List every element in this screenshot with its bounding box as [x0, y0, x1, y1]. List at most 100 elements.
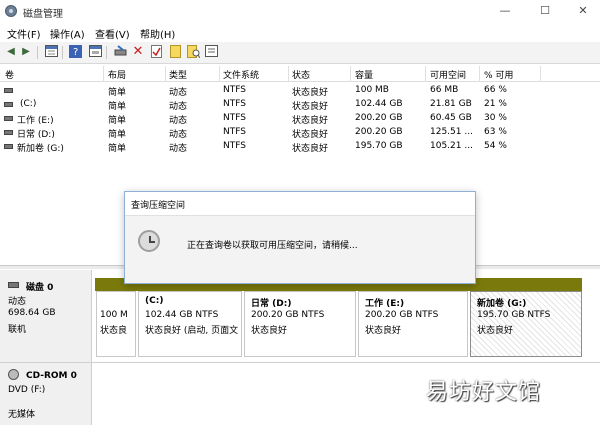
column-status[interactable]: 状态 [292, 68, 310, 81]
delete-icon[interactable]: ✕ [131, 45, 145, 59]
partition-title: 新加卷 (G:) [477, 299, 527, 309]
menu-view[interactable]: 查看(V) [95, 26, 130, 41]
volume-capacity: 102.44 GB [355, 99, 403, 109]
toolbar: ◀ ▶ ? ✕ [0, 42, 600, 64]
close-button[interactable]: ✕ [573, 3, 593, 19]
partition-title: 日常 (D:) [251, 299, 292, 309]
partition-size: 200.20 GB NTFS [365, 310, 439, 320]
cdrom-name: CD-ROM 0 [26, 371, 77, 381]
column-percent-free[interactable]: % 可用 [484, 68, 513, 81]
volume-icon [4, 116, 13, 121]
volume-free: 125.51 ... [430, 127, 473, 137]
partition-status: 状态良好 [251, 326, 288, 336]
partition-c[interactable]: (C:) 102.44 GB NTFS 状态良好 (启动, 页面文 [138, 291, 242, 357]
help-icon[interactable]: ? [68, 45, 82, 59]
partition-size: 102.44 GB NTFS [145, 310, 219, 320]
cdrom-icon [8, 369, 19, 380]
volume-icon [4, 88, 13, 93]
cdrom-media: 无媒体 [8, 410, 36, 420]
menu-action[interactable]: 操作(A) [50, 26, 85, 41]
maximize-button[interactable]: ☐ [535, 3, 555, 19]
window-title: 磁盘管理 [23, 9, 63, 20]
disk-0-label[interactable]: 磁盘 0 动态 698.64 GB 联机 [0, 270, 92, 362]
search-icon[interactable] [186, 45, 200, 59]
volume-type: 动态 [169, 144, 188, 154]
settings-icon[interactable] [204, 45, 218, 59]
volume-icon [4, 102, 13, 107]
query-shrink-dialog: 查询压缩空间 正在查询卷以获取可用压缩空间，请稍候... [124, 191, 476, 284]
volume-pct: 66 % [484, 85, 507, 95]
volume-pct: 30 % [484, 113, 507, 123]
partition-d[interactable]: 日常 (D:) 200.20 GB NTFS 状态良好 [244, 291, 356, 357]
column-filesystem[interactable]: 文件系统 [223, 68, 259, 81]
volume-row[interactable]: (C:) 简单 动态 NTFS 状态良好 102.44 GB 21.81 GB … [0, 98, 600, 112]
partition-status: 状态良好 (启动, 页面文 [145, 326, 239, 336]
volume-row[interactable]: 新加卷 (G:) 简单 动态 NTFS 状态良好 195.70 GB 105.2… [0, 140, 600, 154]
column-free-space[interactable]: 可用空间 [430, 68, 466, 81]
volume-pct: 63 % [484, 127, 507, 137]
menu-bar: 文件(F) 操作(A) 查看(V) 帮助(H) [0, 22, 600, 42]
volume-fs: NTFS [223, 127, 246, 137]
volume-status: 状态良好 [292, 88, 329, 98]
properties-icon[interactable] [88, 45, 102, 59]
volume-capacity: 200.20 GB [355, 113, 403, 123]
volume-layout: 简单 [108, 116, 127, 126]
volume-capacity: 195.70 GB [355, 141, 403, 151]
volume-type: 动态 [169, 116, 188, 126]
back-arrow-icon[interactable]: ◀ [4, 45, 18, 59]
disk-0-size: 698.64 GB [8, 308, 56, 318]
volume-pct: 54 % [484, 141, 507, 151]
watermark: 易坊好文馆 [426, 380, 542, 405]
partition-e[interactable]: 工作 (E:) 200.20 GB NTFS 状态良好 [358, 291, 468, 357]
volume-type: 动态 [169, 102, 188, 112]
partition-g[interactable]: 新加卷 (G:) 195.70 GB NTFS 状态良好 [470, 291, 582, 357]
volume-status: 状态良好 [292, 130, 329, 140]
volume-free: 66 MB [430, 85, 459, 95]
disk-icon [8, 282, 19, 288]
new-volume-icon[interactable] [168, 45, 182, 59]
partition-title: (C:) [145, 296, 164, 306]
volume-status: 状态良好 [292, 102, 329, 112]
clock-icon [138, 230, 160, 252]
volume-row[interactable]: 工作 (E:) 简单 动态 NTFS 状态良好 200.20 GB 60.45 … [0, 112, 600, 126]
volume-list-header: 卷 布局 类型 文件系统 状态 容量 可用空间 % 可用 [0, 66, 600, 82]
volume-row[interactable]: 日常 (D:) 简单 动态 NTFS 状态良好 200.20 GB 125.51… [0, 126, 600, 140]
volume-icon [4, 130, 13, 135]
volume-fs: NTFS [223, 113, 246, 123]
volume-row[interactable]: 简单 动态 NTFS 状态良好 100 MB 66 MB 66 % [0, 84, 600, 98]
cdrom-0-label[interactable]: CD-ROM 0 DVD (F:) 无媒体 [0, 363, 92, 425]
dialog-message: 正在查询卷以获取可用压缩空间，请稍候... [187, 241, 358, 251]
partition-status: 状态良好 [365, 326, 402, 336]
volume-free: 105.21 ... [430, 141, 473, 151]
column-type[interactable]: 类型 [169, 68, 187, 81]
volume-layout: 简单 [108, 102, 127, 112]
partition-system-reserved[interactable]: 100 M 状态良 [96, 291, 136, 357]
volume-free: 21.81 GB [430, 99, 472, 109]
volume-free: 60.45 GB [430, 113, 472, 123]
partition-status: 状态良 [100, 326, 128, 336]
disk-0-state: 联机 [8, 325, 27, 335]
disk-0-type: 动态 [8, 297, 27, 307]
partition-status: 状态良好 [477, 326, 514, 336]
column-volume[interactable]: 卷 [5, 68, 14, 81]
forward-arrow-icon[interactable]: ▶ [19, 45, 33, 59]
volume-layout: 简单 [108, 88, 127, 98]
volume-fs: NTFS [223, 99, 246, 109]
volume-name: 新加卷 (G:) [17, 144, 64, 154]
volume-icon [4, 144, 13, 149]
volume-layout: 简单 [108, 130, 127, 140]
partition-size: 195.70 GB NTFS [477, 310, 551, 320]
console-tree-icon[interactable] [44, 45, 58, 59]
minimize-button[interactable]: — [495, 3, 515, 19]
menu-file[interactable]: 文件(F) [7, 26, 41, 41]
column-layout[interactable]: 布局 [108, 68, 126, 81]
volume-name: 日常 (D:) [17, 130, 55, 140]
volume-capacity: 200.20 GB [355, 127, 403, 137]
volume-status: 状态良好 [292, 116, 329, 126]
check-icon[interactable] [149, 45, 163, 59]
volume-type: 动态 [169, 88, 188, 98]
column-capacity[interactable]: 容量 [355, 68, 373, 81]
partition-size: 100 M [100, 310, 128, 320]
connect-disk-icon[interactable] [113, 45, 127, 59]
menu-help[interactable]: 帮助(H) [140, 26, 175, 41]
